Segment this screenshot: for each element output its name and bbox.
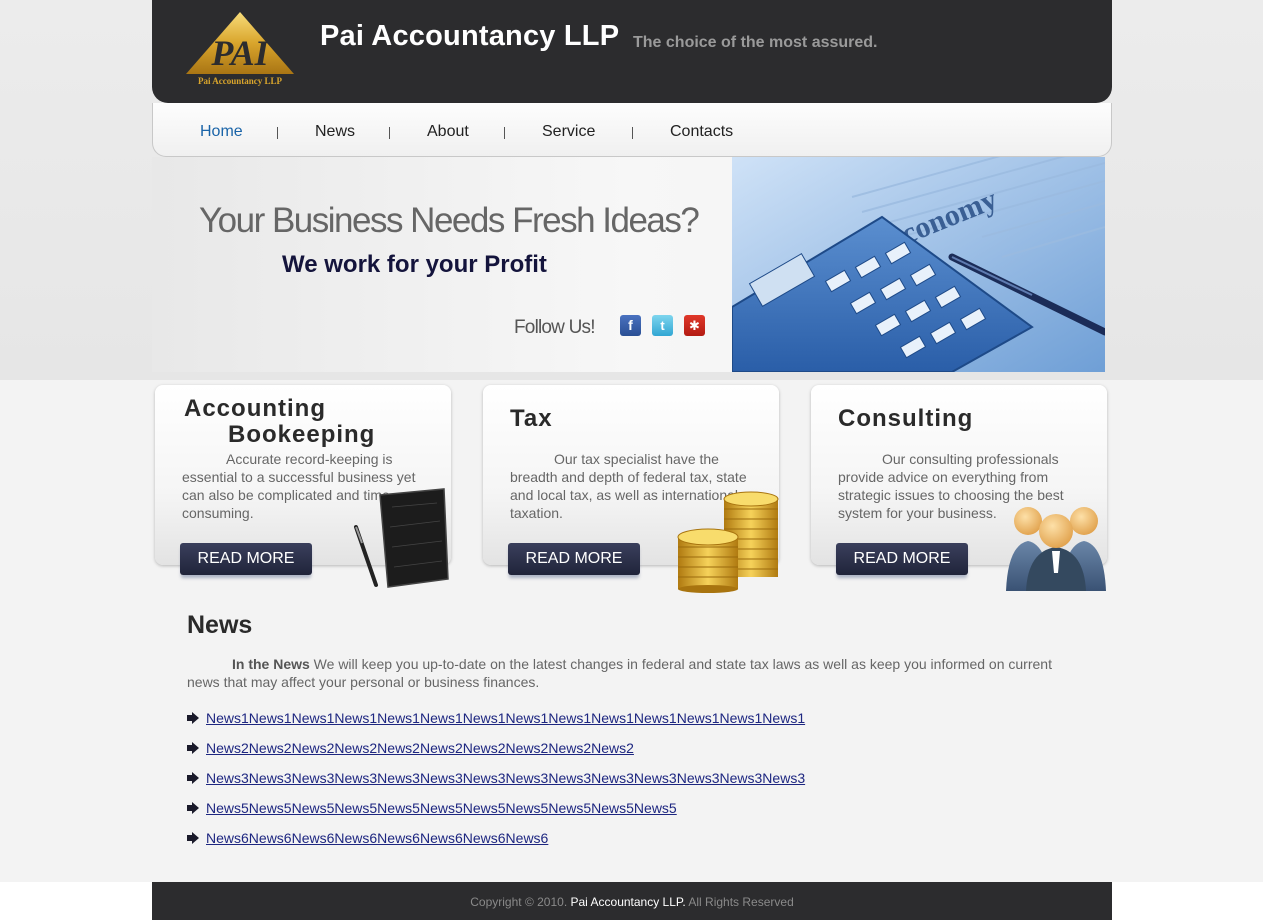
arrow-right-icon — [187, 802, 199, 814]
main-nav: Home News About Service Contacts — [152, 103, 1112, 157]
calculator-newspaper-image: bal economy — [732, 157, 1105, 372]
twitter-icon[interactable]: t — [652, 315, 673, 336]
hero-headline: Your Business Needs Fresh Ideas? — [199, 201, 700, 240]
arrow-right-icon — [187, 742, 199, 754]
arrow-right-icon — [187, 832, 199, 844]
service-accounting: Accounting Bookeeping Accurate record-ke… — [152, 383, 455, 590]
logo-subtext: Pai Accountancy LLP — [198, 76, 283, 86]
news-intro-label: In the News — [232, 656, 310, 672]
arrow-right-icon — [187, 772, 199, 784]
service-title: Tax — [510, 405, 553, 432]
copyright-suffix: All Rights Reserved — [688, 895, 794, 909]
nav-separator — [504, 127, 505, 139]
coins-icon — [677, 491, 779, 593]
nav-separator — [389, 127, 390, 139]
notebook-icon — [354, 488, 449, 588]
read-more-button[interactable]: READ MORE — [836, 543, 968, 575]
read-more-button[interactable]: READ MORE — [508, 543, 640, 575]
site-header: PAI Pai Accountancy LLP Pai Accountancy … — [152, 0, 1112, 103]
list-item: News6News6News6News6News6News6News6News6 — [187, 830, 805, 860]
nav-contacts[interactable]: Contacts — [670, 123, 733, 141]
news-intro: In the News We will keep you up-to-date … — [187, 655, 1077, 691]
read-more-button[interactable]: READ MORE — [180, 543, 312, 575]
list-item: News5News5News5News5News5News5News5News5… — [187, 800, 805, 830]
news-link[interactable]: News3News3News3News3News3News3News3News3… — [206, 770, 805, 786]
copyright-brand: Pai Accountancy LLP. — [570, 895, 686, 909]
news-link[interactable]: News1News1News1News1News1News1News1News1… — [206, 710, 805, 726]
arrow-right-icon — [187, 712, 199, 724]
yelp-icon[interactable]: ✱ — [684, 315, 705, 336]
news-link[interactable]: News5News5News5News5News5News5News5News5… — [206, 800, 677, 816]
site-title: Pai Accountancy LLP — [320, 20, 620, 52]
nav-service[interactable]: Service — [542, 123, 595, 141]
hero-subline: We work for your Profit — [282, 251, 547, 278]
people-icon — [1006, 507, 1106, 591]
list-item: News2News2News2News2News2News2News2News2… — [187, 740, 805, 770]
logo-text: PAI — [210, 33, 270, 73]
nav-news[interactable]: News — [315, 123, 355, 141]
site-footer: Copyright © 2010. Pai Accountancy LLP. A… — [152, 882, 1112, 920]
service-consulting: Consulting Our consulting professionals … — [808, 383, 1111, 591]
news-heading: News — [187, 611, 253, 639]
hero-banner: Your Business Needs Fresh Ideas? We work… — [152, 157, 1105, 372]
copyright-prefix: Copyright © 2010. — [470, 895, 568, 909]
logo[interactable]: PAI Pai Accountancy LLP — [182, 10, 298, 88]
news-link[interactable]: News6News6News6News6News6News6News6News6 — [206, 830, 548, 846]
list-item: News3News3News3News3News3News3News3News3… — [187, 770, 805, 800]
nav-about[interactable]: About — [427, 123, 469, 141]
nav-separator — [632, 127, 633, 139]
news-intro-text: We will keep you up-to-date on the lates… — [187, 656, 1052, 690]
nav-home[interactable]: Home — [200, 123, 243, 141]
service-title: Consulting — [838, 405, 974, 432]
list-item: News1News1News1News1News1News1News1News1… — [187, 710, 805, 740]
service-tax: Tax Our tax specialist have the breadth … — [480, 383, 783, 593]
service-title: Accounting — [184, 395, 326, 422]
service-title-line2: Bookeeping — [228, 421, 376, 448]
facebook-icon[interactable]: f — [620, 315, 641, 336]
tagline: The choice of the most assured. — [633, 34, 878, 51]
news-list: News1News1News1News1News1News1News1News1… — [187, 710, 805, 860]
news-link[interactable]: News2News2News2News2News2News2News2News2… — [206, 740, 634, 756]
follow-us-label: Follow Us! — [514, 317, 595, 338]
nav-separator — [277, 127, 278, 139]
